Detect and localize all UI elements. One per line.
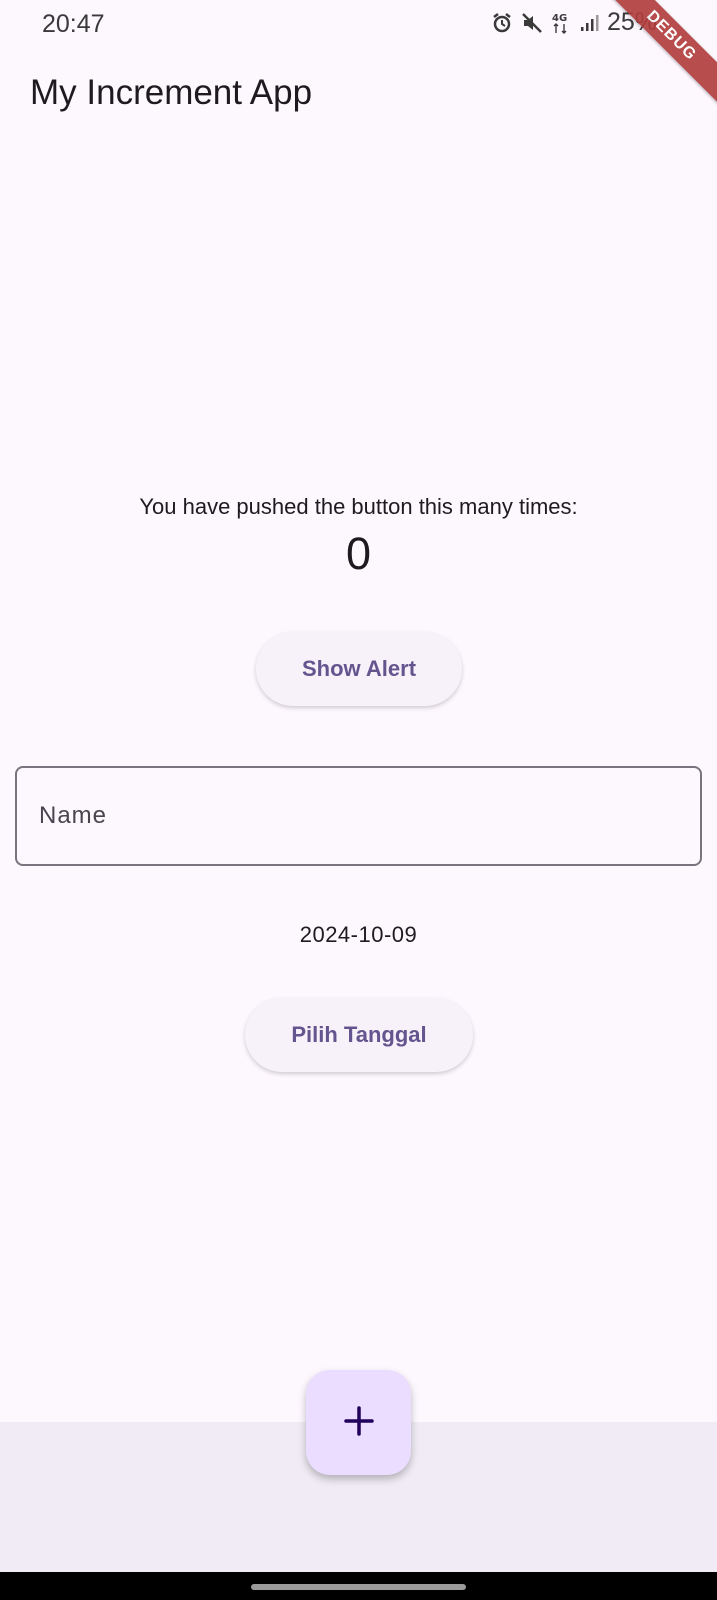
alarm-icon [491,12,513,34]
show-alert-button[interactable]: Show Alert [256,632,462,706]
counter-label: You have pushed the button this many tim… [139,494,578,519]
pick-date-button[interactable]: Pilih Tanggal [245,998,473,1072]
name-input[interactable] [17,768,700,864]
signal-icon [579,13,599,33]
app-title: My Increment App [30,73,313,112]
counter-value: 0 [345,528,372,579]
home-gesture-handle[interactable] [251,1584,466,1590]
selected-date: 2024-10-09 [299,922,418,947]
name-field[interactable] [15,766,702,866]
status-time: 20:47 [42,10,105,38]
svg-text:4G: 4G [552,13,567,24]
increment-fab[interactable] [306,1370,411,1475]
4g-icon: 4G [551,11,571,35]
plus-icon [342,1404,376,1441]
mute-icon [521,12,543,34]
status-bar: 20:47 4G 25% [0,0,717,48]
